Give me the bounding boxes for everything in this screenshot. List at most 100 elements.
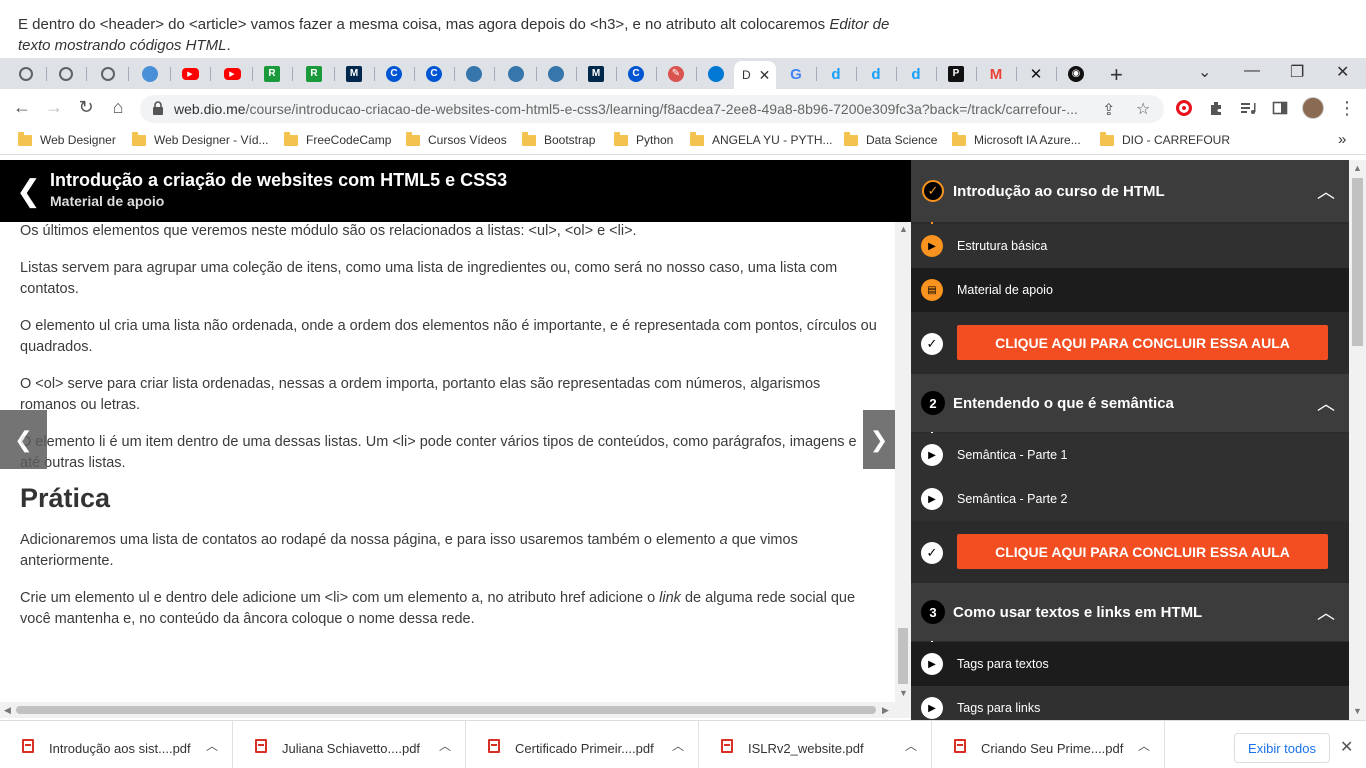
chevron-up-icon[interactable]: ︿ xyxy=(1138,737,1150,754)
browser-tab[interactable]: d xyxy=(816,60,856,88)
download-item[interactable]: Certificado Primeir....pdf ︿ xyxy=(466,721,699,768)
tab-search-icon[interactable]: ⌄ xyxy=(1198,62,1211,82)
browser-tab[interactable]: d xyxy=(856,60,896,88)
browser-tab[interactable] xyxy=(46,60,86,88)
share-icon[interactable]: ⇪ xyxy=(1102,100,1115,120)
module-header[interactable]: 2 Entendendo o que é semântica ︿ xyxy=(911,374,1349,432)
browser-tab[interactable] xyxy=(496,60,536,88)
back-button[interactable]: ← xyxy=(10,97,34,118)
module-header[interactable]: 3 Como usar textos e links em HTML ︿ xyxy=(911,583,1349,641)
next-lesson-button[interactable]: ❯ xyxy=(863,410,895,469)
lesson-item[interactable]: ▶ Estrutura básica xyxy=(911,224,1349,268)
reload-button[interactable]: ↻ xyxy=(74,97,98,118)
bookmark-item[interactable]: Web Designer - Víd... xyxy=(132,131,269,147)
bookmarks-overflow[interactable]: » xyxy=(1338,131,1346,148)
scroll-right-icon[interactable]: ▶ xyxy=(882,705,889,716)
lesson-item[interactable]: ▶ Tags para textos xyxy=(911,642,1349,686)
scroll-thumb[interactable] xyxy=(16,706,876,714)
scroll-left-icon[interactable]: ◀ xyxy=(4,705,11,716)
download-item[interactable]: Criando Seu Prime....pdf ︿ xyxy=(932,721,1165,768)
bookmark-star-icon[interactable]: ☆ xyxy=(1136,99,1150,119)
download-item[interactable]: ISLRv2_website.pdf ︿ xyxy=(699,721,932,768)
complete-lesson-button[interactable]: CLIQUE AQUI PARA CONCLUIR ESSA AULA xyxy=(957,325,1328,360)
menu-icon[interactable]: ⋮ xyxy=(1338,98,1356,119)
browser-tab[interactable] xyxy=(88,60,128,88)
avatar[interactable] xyxy=(1302,97,1324,119)
browser-tab[interactable]: G xyxy=(776,60,816,88)
browser-tab[interactable]: d xyxy=(896,60,936,88)
window-close-button[interactable]: ✕ xyxy=(1336,62,1349,82)
new-tab-button[interactable]: + xyxy=(1110,62,1123,88)
chevron-up-icon[interactable]: ︿ xyxy=(672,737,684,754)
browser-tab[interactable]: M xyxy=(334,60,374,88)
close-downloads-icon[interactable]: ✕ xyxy=(1340,737,1353,757)
scroll-up-icon[interactable]: ▲ xyxy=(1353,163,1362,173)
browser-tab[interactable] xyxy=(696,60,736,88)
bookmark-item[interactable]: ANGELA YU - PYTH... xyxy=(690,131,832,147)
browser-tab[interactable]: M xyxy=(976,60,1016,88)
download-item[interactable]: Juliana Schiavetto....pdf ︿ xyxy=(233,721,466,768)
bookmark-item[interactable]: Bootstrap xyxy=(522,131,595,147)
browser-tab[interactable] xyxy=(6,60,46,88)
bookmark-item[interactable]: Data Science xyxy=(844,131,937,147)
chevron-up-icon[interactable]: ︿ xyxy=(1317,178,1335,204)
side-panel-icon[interactable] xyxy=(1272,100,1288,116)
browser-tab[interactable]: C xyxy=(374,60,414,88)
chevron-up-icon[interactable]: ︿ xyxy=(206,737,218,754)
browser-tab[interactable]: ✎ xyxy=(656,60,696,88)
minimize-button[interactable]: — xyxy=(1244,62,1260,80)
browser-tab[interactable] xyxy=(536,60,576,88)
home-button[interactable]: ⌂ xyxy=(106,97,130,118)
content-horizontal-scrollbar[interactable]: ◀ ▶ xyxy=(0,702,911,718)
complete-lesson-button[interactable]: CLIQUE AQUI PARA CONCLUIR ESSA AULA xyxy=(957,534,1328,569)
browser-tab[interactable]: R xyxy=(252,60,292,88)
bookmark-item[interactable]: Web Designer xyxy=(18,131,116,147)
previous-lesson-button[interactable]: ❮ xyxy=(0,410,47,469)
show-all-downloads-button[interactable]: Exibir todos xyxy=(1234,733,1330,763)
download-item[interactable]: Introdução aos sist....pdf ︿ xyxy=(0,721,233,768)
scroll-thumb[interactable] xyxy=(898,628,908,684)
browser-tab[interactable]: M xyxy=(576,60,616,88)
scroll-up-icon[interactable]: ▲ xyxy=(899,224,908,234)
browser-tab[interactable] xyxy=(130,60,170,88)
chevron-up-icon[interactable]: ︿ xyxy=(439,737,451,754)
lesson-item[interactable]: ▶ Semântica - Parte 2 xyxy=(911,477,1349,521)
tab-active[interactable]: D ✕ xyxy=(734,61,776,89)
bookmark-item[interactable]: Cursos Vídeos xyxy=(406,131,507,147)
lesson-item[interactable]: ▶ Tags para links xyxy=(911,686,1349,720)
forward-button[interactable]: → xyxy=(42,97,66,118)
browser-tab[interactable]: ✕ xyxy=(1016,60,1056,88)
lock-icon[interactable] xyxy=(152,101,164,115)
content-vertical-scrollbar[interactable]: ▲ ▼ xyxy=(895,222,911,702)
browser-tab[interactable]: ▶ xyxy=(170,60,210,88)
url-text[interactable]: web.dio.me/course/introducao-criacao-de-… xyxy=(174,101,1094,117)
bookmark-item[interactable]: Microsoft IA Azure... xyxy=(952,131,1081,147)
sidebar-scrollbar[interactable]: ▲ ▼ xyxy=(1349,160,1366,720)
bookmark-item[interactable]: Python xyxy=(614,131,673,147)
browser-tab[interactable]: C xyxy=(616,60,656,88)
browser-tab[interactable]: P xyxy=(936,60,976,88)
module-header[interactable]: ✓ Introdução ao curso de HTML ︿ xyxy=(911,160,1349,222)
browser-tab[interactable]: C xyxy=(414,60,454,88)
scroll-down-icon[interactable]: ▼ xyxy=(1353,706,1362,716)
bookmark-item[interactable]: FreeCodeCamp xyxy=(284,131,391,147)
media-control-icon[interactable] xyxy=(1240,100,1256,116)
maximize-button[interactable]: ❐ xyxy=(1290,62,1304,82)
extensions-icon[interactable] xyxy=(1208,100,1224,116)
lesson-item-active[interactable]: ▤ Material de apoio xyxy=(911,268,1349,312)
chevron-up-icon[interactable]: ︿ xyxy=(1317,599,1335,625)
close-icon[interactable]: ✕ xyxy=(759,67,771,84)
chevron-up-icon[interactable]: ︿ xyxy=(1317,390,1335,416)
browser-tab[interactable]: R xyxy=(294,60,334,88)
chevron-up-icon[interactable]: ︿ xyxy=(905,737,917,754)
bookmark-item[interactable]: DIO - CARREFOUR xyxy=(1100,131,1230,147)
back-chevron-icon[interactable]: ❮ xyxy=(16,174,41,209)
address-bar[interactable]: web.dio.me/course/introducao-criacao-de-… xyxy=(140,95,1164,123)
browser-tab[interactable] xyxy=(454,60,494,88)
scroll-thumb[interactable] xyxy=(1352,178,1363,346)
lesson-item[interactable]: ▶ Semântica - Parte 1 xyxy=(911,433,1349,477)
scroll-down-icon[interactable]: ▼ xyxy=(899,688,908,698)
browser-tab[interactable]: ◉ xyxy=(1056,60,1096,88)
opera-extension-icon[interactable] xyxy=(1176,100,1192,116)
browser-tab[interactable]: ▶ xyxy=(212,60,252,88)
